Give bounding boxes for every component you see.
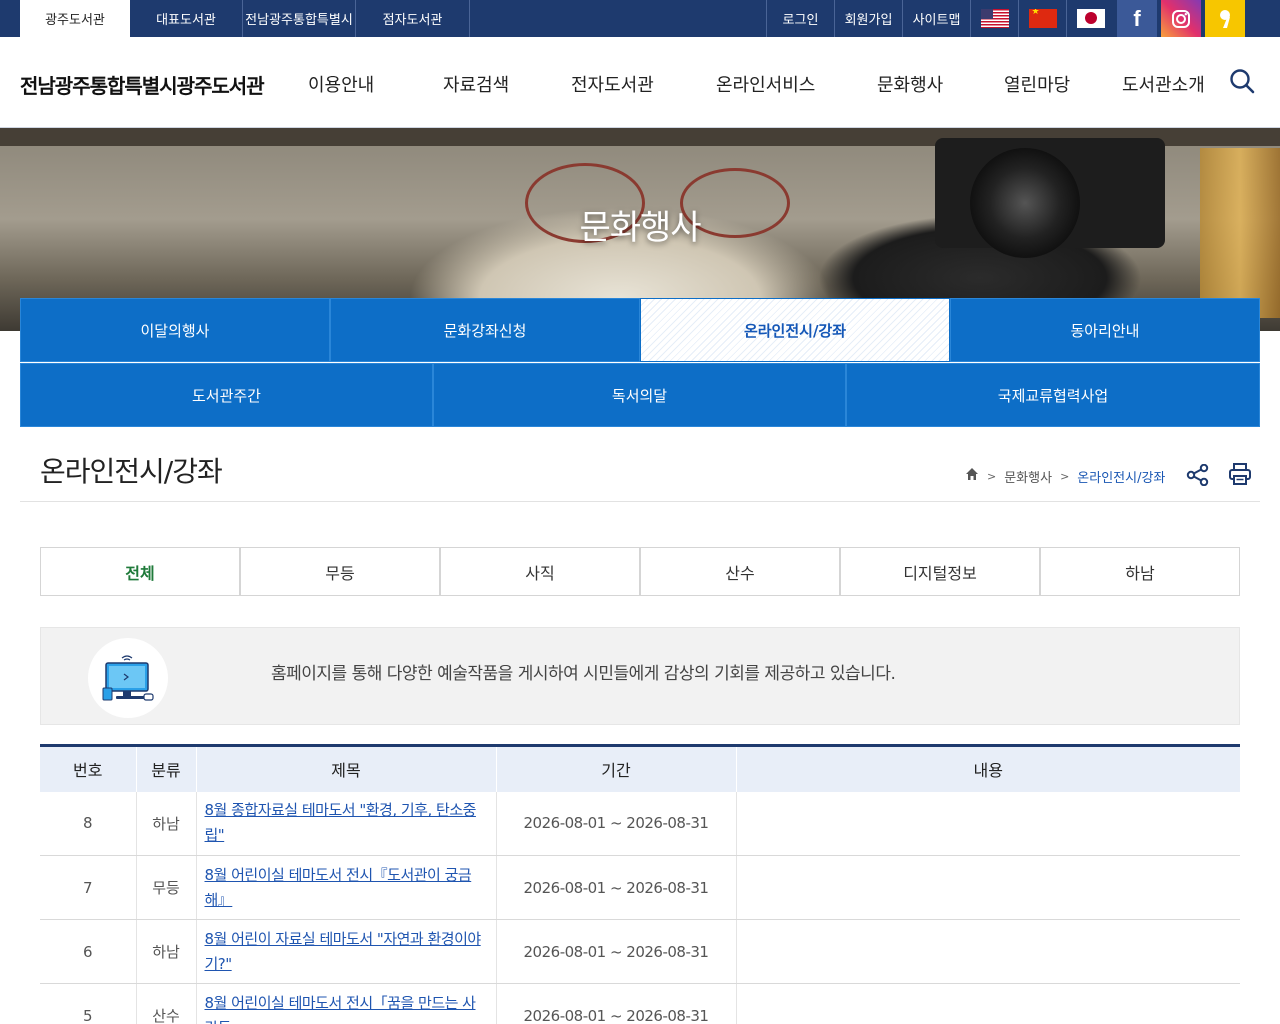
category-tab-sajik[interactable]: 사직 <box>440 547 640 596</box>
library-tab-main[interactable]: 대표도서관 <box>130 0 243 37</box>
category-tab-sansu[interactable]: 산수 <box>640 547 840 596</box>
title-divider <box>20 501 1260 502</box>
gnb-item-cultural-events[interactable]: 문화행사 <box>877 71 943 97</box>
home-icon[interactable] <box>965 467 979 485</box>
site-logo[interactable]: 전남광주통합특별시광주도서관 <box>20 70 265 99</box>
library-tab-gwangju[interactable]: 광주도서관 <box>20 0 130 37</box>
row-title-cell: 8월 어린이실 테마도서 전시『도서관이 궁금해』 <box>195 855 496 920</box>
gnb-item-online-services[interactable]: 온라인서비스 <box>716 71 815 97</box>
row-title-cell: 8월 어린이실 테마도서 전시「꿈을 만드는 사람들」 <box>195 983 496 1024</box>
gnb-item-e-library[interactable]: 전자도서관 <box>571 71 654 97</box>
subnav-item-international[interactable]: 국제교류협력사업 <box>846 363 1260 427</box>
breadcrumb-separator: > <box>987 469 997 483</box>
table-row: 8 하남 8월 종합자료실 테마도서 "환경, 기후, 탄소중립" 2026-0… <box>40 791 1240 856</box>
row-category: 산수 <box>135 983 196 1024</box>
gnb-item-catalog-search[interactable]: 자료검색 <box>443 71 509 97</box>
column-header-period: 기간 <box>495 744 736 792</box>
category-tab-mudeung[interactable]: 무등 <box>240 547 440 596</box>
subnav-item-culture-class[interactable]: 문화강좌신청 <box>330 298 640 362</box>
gnb-item-usage-guide[interactable]: 이용안내 <box>308 71 374 97</box>
row-period: 2026-08-01 ~ 2026-08-31 <box>495 791 736 856</box>
exhibit-table: 번호 분류 제목 기간 내용 8 하남 8월 종합자료실 테마도서 "환경, 기… <box>40 744 1240 1024</box>
row-title-link[interactable]: 8월 어린이실 테마도서 전시「꿈을 만드는 사람들」 <box>205 994 477 1024</box>
subnav-item-library-week[interactable]: 도서관주간 <box>20 363 433 427</box>
computer-monitor-icon <box>88 638 168 718</box>
gnb-item-about-library[interactable]: 도서관소개 <box>1122 71 1205 97</box>
page-title: 온라인전시/강좌 <box>40 455 223 488</box>
row-period: 2026-08-01 ~ 2026-08-31 <box>495 983 736 1024</box>
breadcrumb-current[interactable]: 온라인전시/강좌 <box>1077 467 1165 486</box>
row-number: 5 <box>40 983 136 1024</box>
top-utility-bar: 광주도서관 대표도서관 전남광주통합특별시 점자도서관 로그인 회원가입 사이트… <box>0 0 1280 37</box>
japan-flag-icon[interactable] <box>1066 0 1114 37</box>
row-category: 무등 <box>135 855 196 920</box>
row-content <box>735 791 1240 856</box>
breadcrumb: > 문화행사 > 온라인전시/강좌 <box>965 466 1165 486</box>
row-category: 하남 <box>135 791 196 856</box>
table-row: 7 무등 8월 어린이실 테마도서 전시『도서관이 궁금해』 2026-08-0… <box>40 855 1240 920</box>
signup-link[interactable]: 회원가입 <box>834 0 902 37</box>
subnav-item-monthly-events[interactable]: 이달의행사 <box>20 298 330 362</box>
column-header-number: 번호 <box>40 744 136 792</box>
library-tab-integrated[interactable]: 전남광주통합특별시 <box>243 0 356 37</box>
search-icon[interactable] <box>1228 67 1256 95</box>
row-category: 하남 <box>135 919 196 984</box>
row-number: 6 <box>40 919 136 984</box>
row-title-link[interactable]: 8월 어린이 자료실 테마도서 "자연과 환경이야기?" <box>205 930 482 973</box>
login-link[interactable]: 로그인 <box>766 0 834 37</box>
china-flag-icon[interactable] <box>1018 0 1066 37</box>
row-number: 8 <box>40 791 136 856</box>
us-flag-icon[interactable] <box>970 0 1018 37</box>
category-tab-hanam[interactable]: 하남 <box>1040 547 1240 596</box>
site-header: 전남광주통합특별시광주도서관 이용안내 자료검색 전자도서관 온라인서비스 문화… <box>0 37 1280 128</box>
sub-navigation: 이달의행사 문화강좌신청 온라인전시/강좌 동아리안내 도서관주간 독서의달 국… <box>20 298 1260 428</box>
row-number: 7 <box>40 855 136 920</box>
subnav-item-reading-month[interactable]: 독서의달 <box>433 363 846 427</box>
print-icon[interactable] <box>1228 462 1252 486</box>
row-title-link[interactable]: 8월 종합자료실 테마도서 "환경, 기후, 탄소중립" <box>205 801 477 844</box>
row-content <box>735 855 1240 920</box>
row-period: 2026-08-01 ~ 2026-08-31 <box>495 919 736 984</box>
gnb-item-open-forum[interactable]: 열린마당 <box>1004 71 1070 97</box>
instagram-icon[interactable] <box>1161 0 1201 37</box>
category-tab-digital[interactable]: 디지털정보 <box>840 547 1040 596</box>
intro-description: 홈페이지를 통해 다양한 예술작품을 게시하여 시민들에게 감상의 기회를 제공… <box>271 664 896 684</box>
intro-box: 홈페이지를 통해 다양한 예술작품을 게시하여 시민들에게 감상의 기회를 제공… <box>40 627 1240 725</box>
row-title-cell: 8월 어린이 자료실 테마도서 "자연과 환경이야기?" <box>195 919 496 984</box>
hero-title: 문화행사 <box>579 208 701 248</box>
facebook-icon[interactable]: f <box>1117 0 1157 37</box>
kakao-icon[interactable] <box>1205 0 1245 37</box>
category-tab-all[interactable]: 전체 <box>40 547 240 596</box>
table-row: 5 산수 8월 어린이실 테마도서 전시「꿈을 만드는 사람들」 2026-08… <box>40 983 1240 1024</box>
column-header-content: 내용 <box>735 744 1240 792</box>
subnav-item-clubs[interactable]: 동아리안내 <box>950 298 1260 362</box>
breadcrumb-separator: > <box>1060 469 1070 483</box>
table-header-row: 번호 분류 제목 기간 내용 <box>40 744 1240 792</box>
row-title-link[interactable]: 8월 어린이실 테마도서 전시『도서관이 궁금해』 <box>205 866 472 909</box>
column-header-title: 제목 <box>195 744 496 792</box>
row-period: 2026-08-01 ~ 2026-08-31 <box>495 855 736 920</box>
subnav-item-online-exhibit[interactable]: 온라인전시/강좌 <box>640 298 950 362</box>
library-tab-braille[interactable]: 점자도서관 <box>356 0 470 37</box>
row-content <box>735 983 1240 1024</box>
breadcrumb-cultural-events[interactable]: 문화행사 <box>1004 467 1052 486</box>
column-header-category: 분류 <box>135 744 196 792</box>
row-content <box>735 919 1240 984</box>
table-row: 6 하남 8월 어린이 자료실 테마도서 "자연과 환경이야기?" 2026-0… <box>40 919 1240 984</box>
sitemap-link[interactable]: 사이트맵 <box>902 0 970 37</box>
share-icon[interactable] <box>1186 463 1210 487</box>
row-title-cell: 8월 종합자료실 테마도서 "환경, 기후, 탄소중립" <box>195 791 496 856</box>
